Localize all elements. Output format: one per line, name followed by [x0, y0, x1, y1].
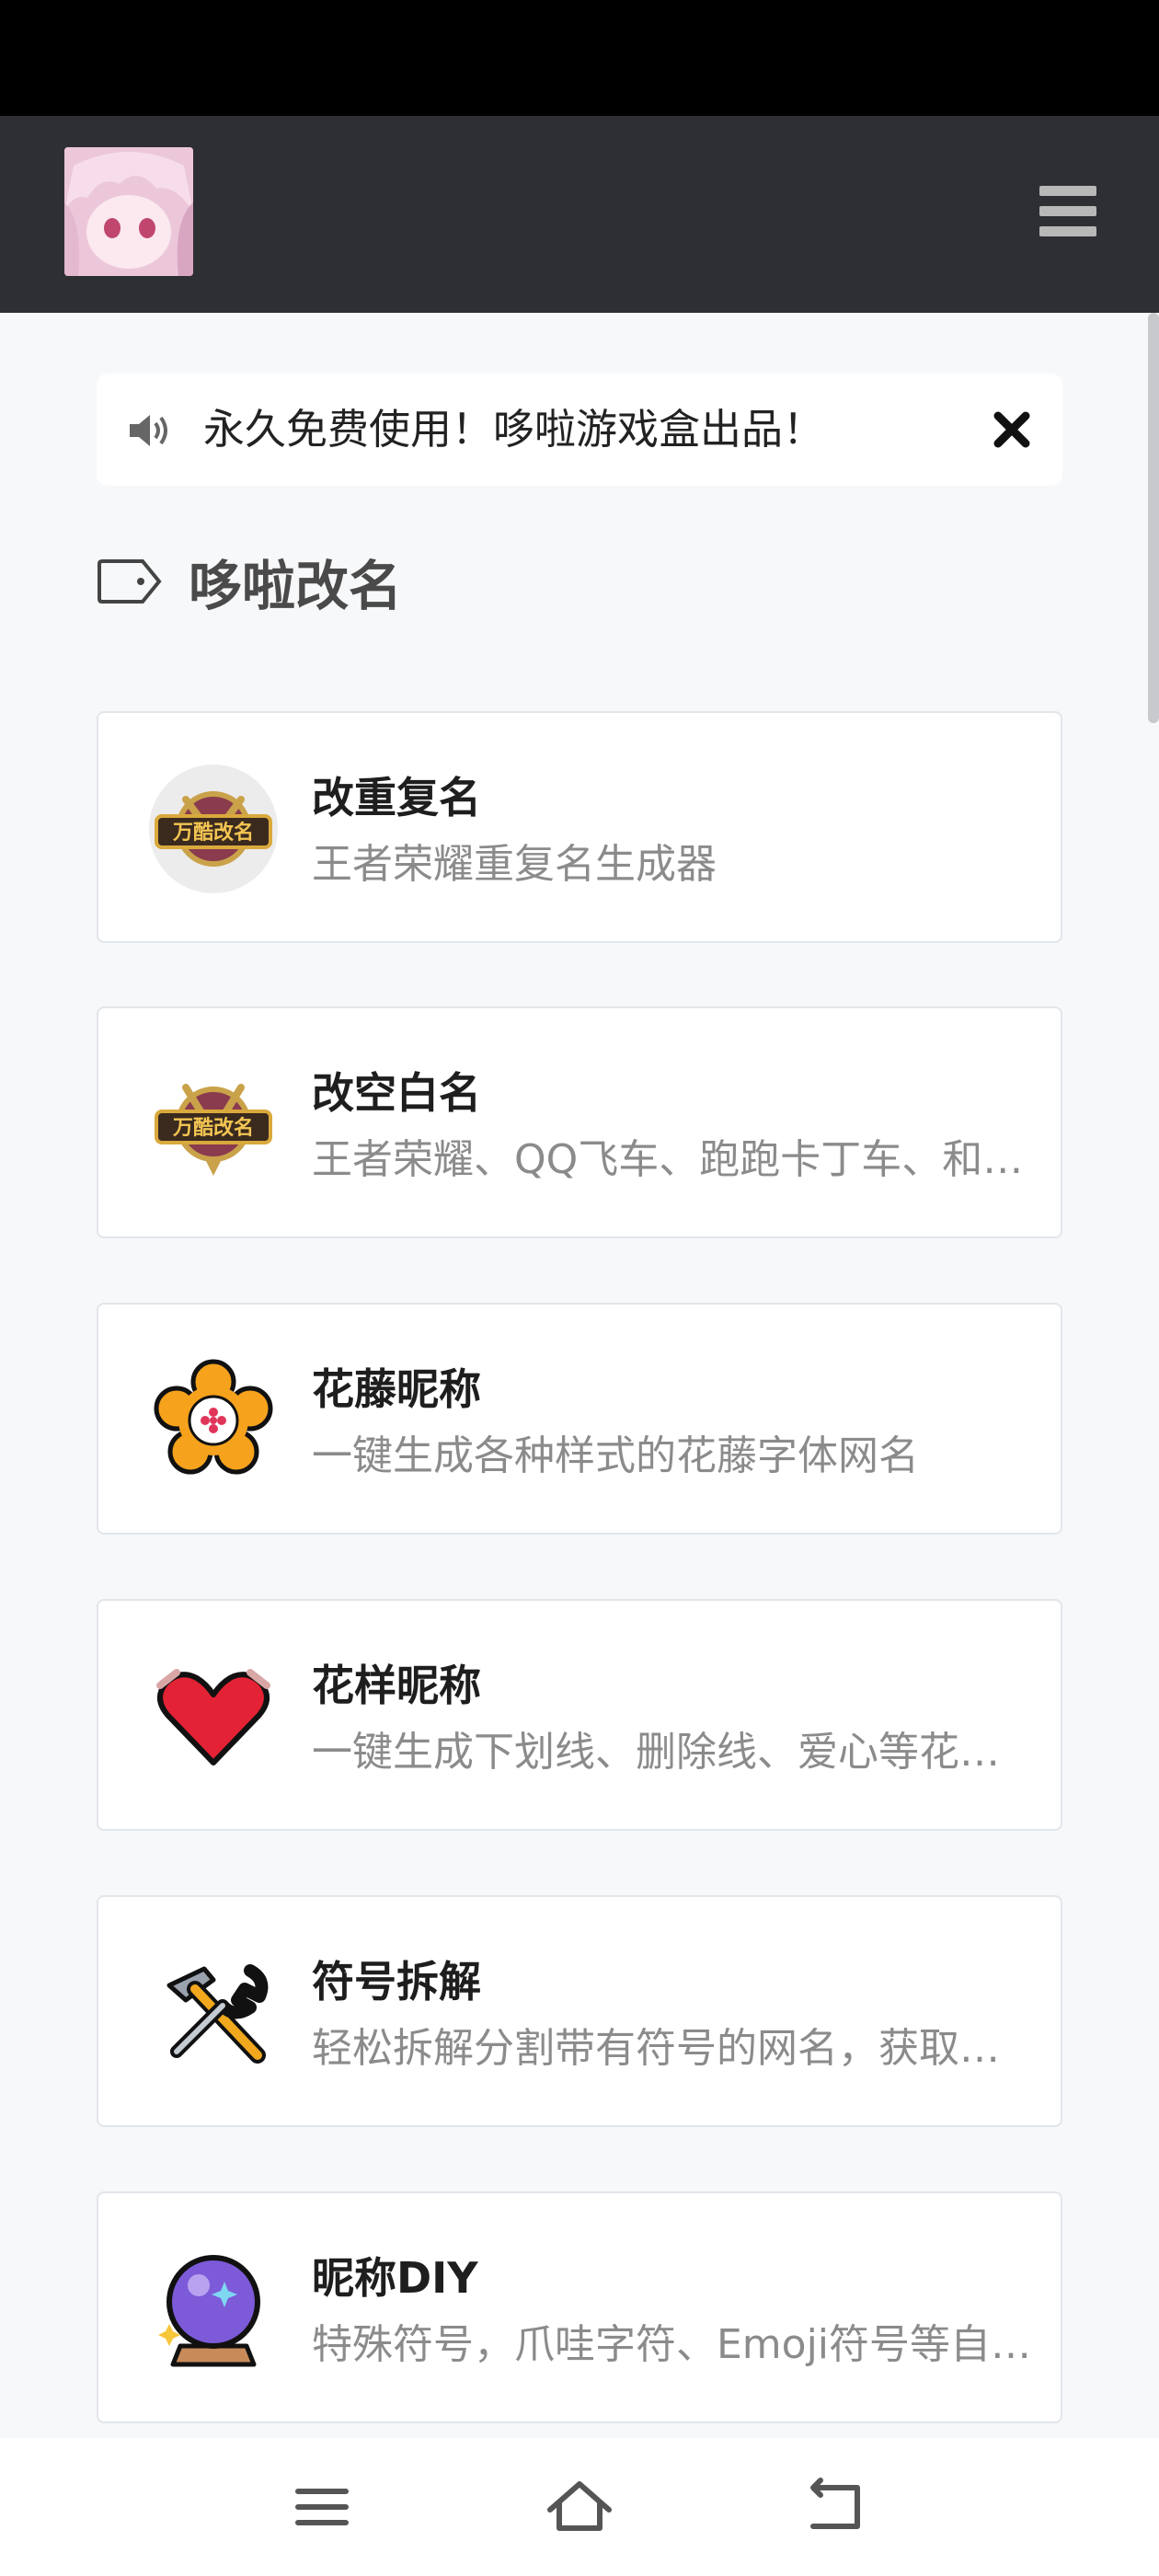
- card-title: 改空白名: [312, 1068, 481, 1118]
- tag-icon: [98, 559, 162, 604]
- game-logo-icon: 万酷改名: [149, 765, 278, 893]
- section-header: 哆啦改名: [97, 545, 402, 618]
- card-duplicate-name[interactable]: 万酷改名 改重复名 王者荣耀重复名生成器: [97, 711, 1062, 943]
- card-title: 昵称DIY: [312, 2253, 478, 2303]
- flower-icon: [154, 1359, 273, 1475]
- notice-banner: 永久免费使用！哆啦游戏盒出品！: [97, 374, 1062, 486]
- back-icon[interactable]: [800, 2475, 874, 2539]
- tools-icon: [166, 1964, 269, 2064]
- scrollbar[interactable]: [1148, 313, 1159, 723]
- card-title: 花藤昵称: [312, 1364, 481, 1414]
- card-title: 符号拆解: [312, 1957, 481, 2007]
- card-desc: 轻松拆解分割带有符号的网名，获取单个符号: [312, 2025, 1039, 2072]
- svg-text:万酷改名: 万酷改名: [172, 821, 254, 845]
- menu-icon[interactable]: [1039, 186, 1096, 237]
- speaker-icon: [130, 415, 167, 446]
- card-title: 花样昵称: [312, 1661, 481, 1710]
- home-icon[interactable]: [543, 2475, 616, 2539]
- card-desc: 王者荣耀重复名生成器: [312, 841, 717, 888]
- card-nickname-diy[interactable]: 昵称DIY 特殊符号，爪哇字符、Emoji符号等自由组合: [97, 2191, 1062, 2423]
- close-icon[interactable]: [989, 407, 1035, 453]
- avatar[interactable]: [64, 147, 193, 276]
- recent-apps-icon[interactable]: [285, 2475, 359, 2539]
- card-desc: 王者荣耀、QQ飞车、跑跑卡丁车、和平精英: [312, 1136, 1039, 1183]
- game-logo-icon: 万酷改名: [155, 1084, 272, 1176]
- system-nav-bar: [0, 2438, 1159, 2576]
- section-title: 哆啦改名: [189, 555, 403, 617]
- notice-text: 永久免费使用！哆啦游戏盒出品！: [203, 405, 825, 454]
- heart-icon: [156, 1669, 270, 1765]
- app-header: [0, 116, 1159, 313]
- card-fancy-name[interactable]: 花样昵称 一键生成下划线、删除线、爱心等花样昵称: [97, 1599, 1062, 1831]
- card-symbol-split[interactable]: 符号拆解 轻松拆解分割带有符号的网名，获取单个符号: [97, 1895, 1062, 2127]
- status-bar: [0, 0, 1159, 116]
- crystal-ball-icon: [158, 2255, 260, 2367]
- card-blank-name[interactable]: 万酷改名 改空白名 王者荣耀、QQ飞车、跑跑卡丁车、和平精英: [97, 1006, 1062, 1238]
- svg-text:万酷改名: 万酷改名: [172, 1116, 254, 1140]
- card-desc: 一键生成下划线、删除线、爱心等花样昵称: [312, 1729, 1039, 1776]
- card-desc: 特殊符号，爪哇字符、Emoji符号等自由组合: [312, 2321, 1039, 2368]
- card-desc: 一键生成各种样式的花藤字体网名: [312, 1432, 919, 1479]
- card-title: 改重复名: [312, 773, 481, 822]
- card-flower-name[interactable]: 花藤昵称 一键生成各种样式的花藤字体网名: [97, 1303, 1062, 1535]
